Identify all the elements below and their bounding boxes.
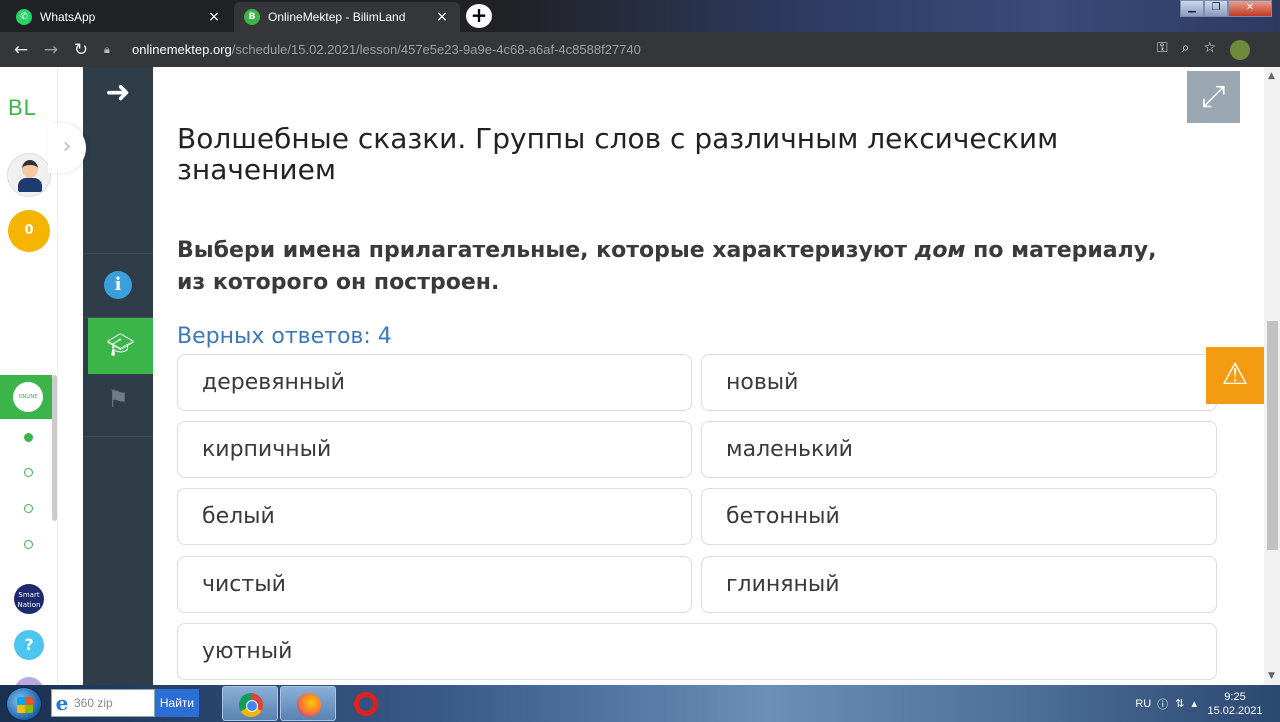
progress-dot[interactable]	[24, 468, 33, 477]
lock-icon: 🔒︎	[104, 43, 110, 56]
score-badge[interactable]: 0	[8, 210, 50, 252]
browser-tab-bar: ✆ WhatsApp × B OnlineMektep - BilimLand …	[0, 0, 1280, 32]
whatsapp-icon: ✆	[16, 9, 32, 25]
start-button[interactable]	[6, 687, 42, 721]
bl-logo[interactable]: BL	[8, 95, 37, 121]
fullscreen-icon[interactable]: ⤢	[1187, 71, 1240, 123]
chevron-right-icon[interactable]: ›	[48, 123, 86, 173]
tray-expand-icon[interactable]: ▴	[1191, 697, 1197, 710]
answer-option[interactable]: кирпичный	[177, 421, 692, 478]
taskbar-opera[interactable]	[338, 686, 394, 721]
new-tab-button[interactable]: +	[466, 4, 492, 28]
screen: ✆ WhatsApp × B OnlineMektep - BilimLand …	[0, 0, 1280, 722]
close-icon[interactable]: ×	[434, 9, 450, 25]
tab-title: OnlineMektep - BilimLand	[268, 10, 406, 24]
url-host: onlinemektep.org	[132, 42, 232, 57]
back-icon[interactable]: ←	[6, 40, 36, 60]
warning-icon[interactable]: ⚠	[1206, 347, 1264, 404]
answer-option[interactable]: маленький	[701, 421, 1217, 478]
answer-option[interactable]: бетонный	[701, 488, 1217, 545]
help-tray-icon[interactable]: ⓘ	[1157, 696, 1168, 712]
answer-option[interactable]: новый	[701, 354, 1217, 411]
firefox-icon	[297, 693, 321, 717]
system-tray: RU ⓘ ⇅ ▴ 9:25 15.02.2021	[1135, 685, 1280, 722]
scroll-up-icon[interactable]: ▲	[1268, 71, 1275, 81]
restore-button[interactable]: ❐	[1204, 0, 1228, 17]
reload-icon[interactable]: ↻	[66, 40, 96, 60]
answer-option[interactable]: белый	[177, 488, 692, 545]
address-bar-icons: ⚿ ⌕ ☆	[1157, 40, 1250, 60]
scroll-thumb[interactable]	[1267, 321, 1278, 550]
find-button[interactable]: Найти	[155, 689, 199, 717]
tab-whatsapp[interactable]: ✆ WhatsApp ×	[6, 2, 232, 32]
taskbar-chrome[interactable]	[222, 686, 278, 721]
tab-title: WhatsApp	[40, 10, 96, 24]
taskbar-firefox[interactable]	[280, 686, 336, 721]
clock[interactable]: 9:25 15.02.2021	[1204, 690, 1266, 718]
progress-dot[interactable]	[24, 504, 33, 513]
help-icon[interactable]: ?	[14, 630, 44, 660]
correct-answers-count: Верных ответов: 4	[177, 324, 392, 349]
onlinemektep-logo[interactable]: ONLINE	[0, 375, 52, 419]
answer-option[interactable]: деревянный	[177, 354, 692, 411]
star-icon[interactable]: ☆	[1203, 40, 1216, 60]
answer-option[interactable]: чистый	[177, 556, 692, 613]
smart-nation-icon[interactable]: Smart Nation	[14, 584, 44, 614]
zoom-icon[interactable]: ⌕	[1182, 40, 1190, 60]
forward-icon[interactable]: →	[36, 40, 66, 60]
ie-icon: e	[55, 691, 69, 715]
key-icon[interactable]: ⚿	[1157, 40, 1168, 60]
graduation-cap-icon[interactable]: 🎓︎	[88, 318, 153, 374]
flag-icon[interactable]: ⚑	[83, 385, 153, 413]
progress-dot[interactable]	[24, 433, 33, 442]
windows-logo-icon	[17, 697, 33, 713]
page: BL 0 ONLINE Smart Nation ? › ➜ i 🎓︎ ⚑ Во…	[0, 67, 1280, 693]
chrome-icon	[239, 693, 263, 717]
address-bar: ← → ↻ 🔒︎ onlinemektep.org/schedule/15.02…	[0, 32, 1280, 67]
sidebar-scrollbar[interactable]	[52, 375, 57, 521]
progress-dot[interactable]	[24, 540, 33, 549]
lesson-content: Волшебные сказки. Группы слов с различны…	[153, 67, 1240, 685]
lesson-nav: ➜ i 🎓︎ ⚑	[83, 67, 153, 685]
profile-avatar[interactable]	[1230, 40, 1250, 60]
windows-taskbar: e 360 zip Найти RU ⓘ ⇅ ▴ 9:25 15.02.2021	[0, 685, 1280, 722]
answer-option[interactable]: глиняный	[701, 556, 1217, 613]
question-text: Выбери имена прилагательные, которые хар…	[177, 238, 1157, 295]
user-avatar[interactable]	[7, 153, 51, 197]
window-close-button[interactable]: ✕	[1228, 0, 1272, 17]
window-controls: ▁ ❐ ✕	[1180, 0, 1272, 17]
url-path: /schedule/15.02.2021/lesson/457e5e23-9a9…	[231, 42, 641, 57]
url-field[interactable]: 🔒︎ onlinemektep.org/schedule/15.02.2021/…	[104, 36, 1114, 63]
opera-icon	[354, 692, 378, 716]
arrow-right-icon[interactable]: ➜	[83, 75, 153, 110]
close-icon[interactable]: ×	[206, 9, 222, 25]
info-icon[interactable]: i	[104, 271, 132, 299]
scroll-down-icon[interactable]: ▼	[1268, 671, 1275, 681]
network-icon[interactable]: ⇅	[1175, 697, 1184, 710]
taskbar-search-input[interactable]: e 360 zip	[51, 689, 155, 717]
minimize-button[interactable]: ▁	[1180, 0, 1204, 17]
onlinemektep-icon: ONLINE	[13, 382, 43, 412]
language-indicator[interactable]: RU	[1135, 698, 1151, 710]
lesson-title: Волшебные сказки. Группы слов с различны…	[177, 122, 1059, 186]
tab-onlinemektep[interactable]: B OnlineMektep - BilimLand ×	[234, 2, 460, 32]
bilimland-icon: B	[244, 9, 260, 25]
answer-option[interactable]: уютный	[177, 623, 1217, 680]
